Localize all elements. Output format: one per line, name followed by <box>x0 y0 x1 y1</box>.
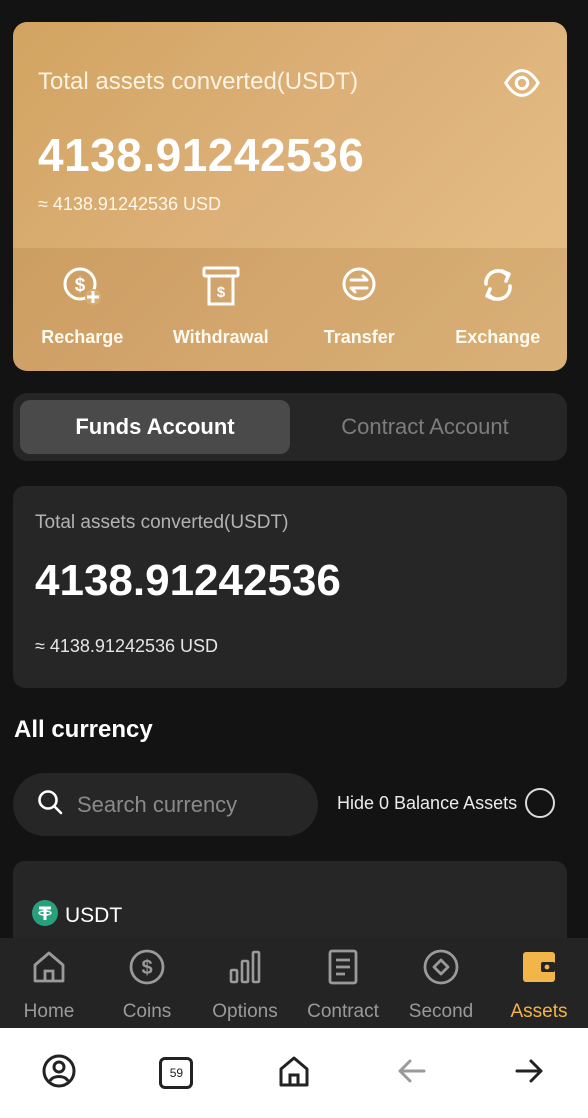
nav-contract-label: Contract <box>307 1001 379 1022</box>
withdrawal-atm-icon: $ <box>199 264 243 313</box>
system-navigation-bar: 59 <box>0 1028 588 1118</box>
profile-button[interactable] <box>0 1028 118 1118</box>
total-assets-hero-card: Total assets converted(USDT) 4138.912425… <box>13 22 567 371</box>
home-outline-icon <box>276 1053 312 1094</box>
transfer-label: Transfer <box>323 327 395 347</box>
hero-total-label: Total assets converted(USDT) <box>38 68 359 95</box>
recharge-button[interactable]: $ Recharge <box>13 248 152 371</box>
eye-icon[interactable] <box>503 64 541 102</box>
nav-coins[interactable]: $ Coins <box>98 938 196 1028</box>
summary-total-amount: 4138.91242536 <box>35 556 341 605</box>
arrow-right-icon <box>511 1053 547 1094</box>
withdrawal-label: Withdrawal <box>172 327 269 347</box>
svg-text:$: $ <box>217 284 226 301</box>
exchange-refresh-icon <box>476 264 520 313</box>
withdrawal-button[interactable]: $ Withdrawal <box>152 248 291 371</box>
hide-zero-balance-label: Hide 0 Balance Assets <box>337 792 518 813</box>
hero-total-amount: 4138.91242536 <box>38 129 365 181</box>
currency-search-box[interactable] <box>13 773 318 836</box>
summary-usd-equivalent: ≈ 4138.91242536 USD <box>35 636 219 656</box>
svg-text:$: $ <box>75 275 86 296</box>
tab-count-box: 59 <box>159 1057 194 1089</box>
nav-second-label: Second <box>408 1001 474 1022</box>
hero-action-bar: $ Recharge $ Withdrawal Transfer Exchang… <box>13 248 567 371</box>
tab-contract-account[interactable]: Contract Account <box>290 400 560 454</box>
account-tabs: Funds Account Contract Account <box>13 393 567 461</box>
nav-assets-label: Assets <box>510 1001 568 1022</box>
nav-options[interactable]: Options <box>196 938 294 1028</box>
tab-count: 59 <box>169 1066 184 1080</box>
document-icon <box>324 948 362 991</box>
nav-options-label: Options <box>212 1001 278 1022</box>
forward-button[interactable] <box>470 1028 588 1118</box>
hide-zero-balance-toggle[interactable]: Hide 0 Balance Assets <box>337 788 556 818</box>
back-button[interactable] <box>353 1028 471 1118</box>
search-icon <box>37 789 63 820</box>
recharge-dollar-plus-icon: $ <box>60 264 104 313</box>
exchange-button[interactable]: Exchange <box>429 248 568 371</box>
nav-assets[interactable]: Assets <box>490 938 588 1028</box>
profile-icon <box>41 1053 77 1094</box>
browser-home-button[interactable] <box>235 1028 353 1118</box>
svg-text:$: $ <box>141 957 152 979</box>
bottom-navigation: Home $ Coins Options Contract Second Ass… <box>0 938 588 1028</box>
nav-coins-label: Coins <box>122 1001 172 1022</box>
hero-top-section: Total assets converted(USDT) 4138.912425… <box>13 22 567 248</box>
transfer-arrows-icon <box>337 264 381 313</box>
recharge-label: Recharge <box>41 327 124 347</box>
hide-zero-balance-radio[interactable] <box>525 788 556 818</box>
currency-row: USDT <box>32 900 122 931</box>
currency-name: USDT <box>65 903 123 927</box>
transfer-button[interactable]: Transfer <box>290 248 429 371</box>
nav-second[interactable]: Second <box>392 938 490 1028</box>
nav-home-label: Home <box>23 1001 75 1022</box>
funds-summary-card: Total assets converted(USDT) 4138.912425… <box>13 486 567 688</box>
tab-switcher-button[interactable]: 59 <box>118 1028 236 1118</box>
exchange-label: Exchange <box>455 327 541 347</box>
arrow-left-icon <box>394 1053 430 1094</box>
all-currency-title: All currency <box>14 716 153 743</box>
tab-funds-account[interactable]: Funds Account <box>20 400 290 454</box>
hero-usd-equivalent: ≈ 4138.91242536 USD <box>38 194 222 214</box>
bar-chart-icon <box>226 948 264 991</box>
target-circle-icon <box>422 948 460 991</box>
nav-contract[interactable]: Contract <box>294 938 392 1028</box>
wallet-icon <box>520 948 558 991</box>
search-input[interactable] <box>77 791 297 818</box>
home-icon <box>30 948 68 991</box>
assets-screen: Total assets converted(USDT) 4138.912425… <box>0 0 588 1118</box>
nav-home[interactable]: Home <box>0 938 98 1028</box>
dollar-coin-icon: $ <box>128 948 166 991</box>
summary-total-label: Total assets converted(USDT) <box>35 512 289 533</box>
tether-coin-icon <box>32 900 58 931</box>
